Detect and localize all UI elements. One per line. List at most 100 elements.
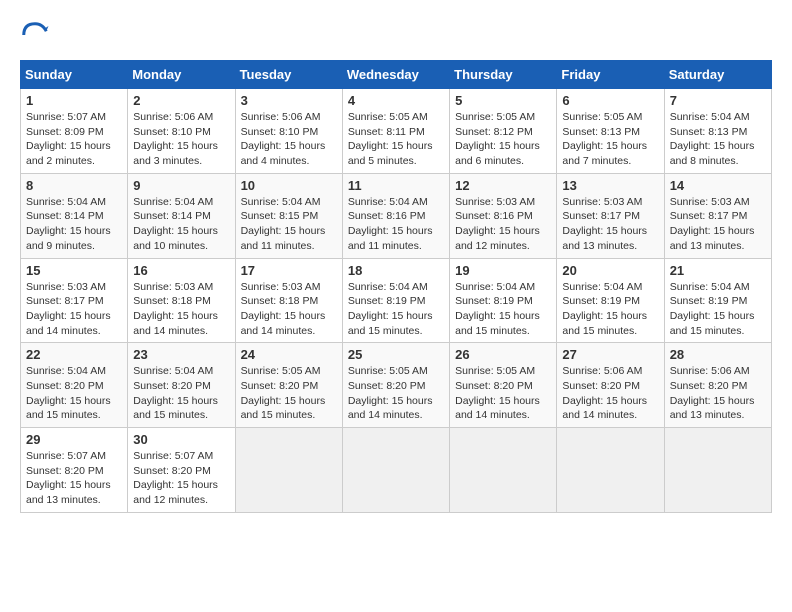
day-number: 30 bbox=[133, 432, 229, 447]
day-number: 11 bbox=[348, 178, 444, 193]
calendar-cell: 6 Sunrise: 5:05 AM Sunset: 8:13 PM Dayli… bbox=[557, 89, 664, 174]
day-info: Sunrise: 5:04 AM Sunset: 8:16 PM Dayligh… bbox=[348, 195, 444, 254]
calendar-cell: 30 Sunrise: 5:07 AM Sunset: 8:20 PM Dayl… bbox=[128, 428, 235, 513]
calendar-cell: 13 Sunrise: 5:03 AM Sunset: 8:17 PM Dayl… bbox=[557, 173, 664, 258]
day-info: Sunrise: 5:05 AM Sunset: 8:11 PM Dayligh… bbox=[348, 110, 444, 169]
day-number: 7 bbox=[670, 93, 766, 108]
header-day-thursday: Thursday bbox=[450, 61, 557, 89]
header-day-saturday: Saturday bbox=[664, 61, 771, 89]
day-info: Sunrise: 5:07 AM Sunset: 8:20 PM Dayligh… bbox=[26, 449, 122, 508]
day-number: 27 bbox=[562, 347, 658, 362]
calendar-cell: 24 Sunrise: 5:05 AM Sunset: 8:20 PM Dayl… bbox=[235, 343, 342, 428]
calendar-cell: 25 Sunrise: 5:05 AM Sunset: 8:20 PM Dayl… bbox=[342, 343, 449, 428]
day-number: 25 bbox=[348, 347, 444, 362]
calendar-cell: 7 Sunrise: 5:04 AM Sunset: 8:13 PM Dayli… bbox=[664, 89, 771, 174]
day-number: 8 bbox=[26, 178, 122, 193]
header-day-tuesday: Tuesday bbox=[235, 61, 342, 89]
calendar-cell: 11 Sunrise: 5:04 AM Sunset: 8:16 PM Dayl… bbox=[342, 173, 449, 258]
day-number: 4 bbox=[348, 93, 444, 108]
calendar-body: 1 Sunrise: 5:07 AM Sunset: 8:09 PM Dayli… bbox=[21, 89, 772, 513]
day-info: Sunrise: 5:05 AM Sunset: 8:20 PM Dayligh… bbox=[241, 364, 337, 423]
calendar-cell: 16 Sunrise: 5:03 AM Sunset: 8:18 PM Dayl… bbox=[128, 258, 235, 343]
header-day-monday: Monday bbox=[128, 61, 235, 89]
day-info: Sunrise: 5:06 AM Sunset: 8:20 PM Dayligh… bbox=[562, 364, 658, 423]
day-number: 17 bbox=[241, 263, 337, 278]
calendar-cell: 27 Sunrise: 5:06 AM Sunset: 8:20 PM Dayl… bbox=[557, 343, 664, 428]
day-number: 21 bbox=[670, 263, 766, 278]
calendar-cell: 18 Sunrise: 5:04 AM Sunset: 8:19 PM Dayl… bbox=[342, 258, 449, 343]
calendar-cell: 3 Sunrise: 5:06 AM Sunset: 8:10 PM Dayli… bbox=[235, 89, 342, 174]
day-info: Sunrise: 5:04 AM Sunset: 8:19 PM Dayligh… bbox=[348, 280, 444, 339]
logo-icon bbox=[20, 20, 50, 50]
day-info: Sunrise: 5:03 AM Sunset: 8:17 PM Dayligh… bbox=[562, 195, 658, 254]
day-info: Sunrise: 5:03 AM Sunset: 8:18 PM Dayligh… bbox=[241, 280, 337, 339]
calendar-cell: 22 Sunrise: 5:04 AM Sunset: 8:20 PM Dayl… bbox=[21, 343, 128, 428]
calendar-table: SundayMondayTuesdayWednesdayThursdayFrid… bbox=[20, 60, 772, 513]
day-info: Sunrise: 5:03 AM Sunset: 8:17 PM Dayligh… bbox=[670, 195, 766, 254]
day-info: Sunrise: 5:03 AM Sunset: 8:17 PM Dayligh… bbox=[26, 280, 122, 339]
day-number: 23 bbox=[133, 347, 229, 362]
day-number: 6 bbox=[562, 93, 658, 108]
calendar-cell bbox=[664, 428, 771, 513]
day-number: 5 bbox=[455, 93, 551, 108]
calendar-cell: 10 Sunrise: 5:04 AM Sunset: 8:15 PM Dayl… bbox=[235, 173, 342, 258]
logo bbox=[20, 20, 54, 50]
calendar-header: SundayMondayTuesdayWednesdayThursdayFrid… bbox=[21, 61, 772, 89]
week-row-5: 29 Sunrise: 5:07 AM Sunset: 8:20 PM Dayl… bbox=[21, 428, 772, 513]
day-info: Sunrise: 5:03 AM Sunset: 8:16 PM Dayligh… bbox=[455, 195, 551, 254]
day-info: Sunrise: 5:07 AM Sunset: 8:20 PM Dayligh… bbox=[133, 449, 229, 508]
day-info: Sunrise: 5:04 AM Sunset: 8:19 PM Dayligh… bbox=[670, 280, 766, 339]
day-number: 1 bbox=[26, 93, 122, 108]
day-info: Sunrise: 5:04 AM Sunset: 8:13 PM Dayligh… bbox=[670, 110, 766, 169]
day-info: Sunrise: 5:06 AM Sunset: 8:10 PM Dayligh… bbox=[133, 110, 229, 169]
day-info: Sunrise: 5:04 AM Sunset: 8:19 PM Dayligh… bbox=[562, 280, 658, 339]
day-number: 9 bbox=[133, 178, 229, 193]
day-info: Sunrise: 5:05 AM Sunset: 8:13 PM Dayligh… bbox=[562, 110, 658, 169]
calendar-cell: 23 Sunrise: 5:04 AM Sunset: 8:20 PM Dayl… bbox=[128, 343, 235, 428]
calendar-cell: 19 Sunrise: 5:04 AM Sunset: 8:19 PM Dayl… bbox=[450, 258, 557, 343]
day-info: Sunrise: 5:03 AM Sunset: 8:18 PM Dayligh… bbox=[133, 280, 229, 339]
calendar-cell: 2 Sunrise: 5:06 AM Sunset: 8:10 PM Dayli… bbox=[128, 89, 235, 174]
day-number: 24 bbox=[241, 347, 337, 362]
day-info: Sunrise: 5:04 AM Sunset: 8:15 PM Dayligh… bbox=[241, 195, 337, 254]
day-info: Sunrise: 5:04 AM Sunset: 8:14 PM Dayligh… bbox=[26, 195, 122, 254]
calendar-cell: 15 Sunrise: 5:03 AM Sunset: 8:17 PM Dayl… bbox=[21, 258, 128, 343]
day-number: 13 bbox=[562, 178, 658, 193]
day-info: Sunrise: 5:06 AM Sunset: 8:10 PM Dayligh… bbox=[241, 110, 337, 169]
header-day-friday: Friday bbox=[557, 61, 664, 89]
day-number: 16 bbox=[133, 263, 229, 278]
calendar-cell bbox=[450, 428, 557, 513]
calendar-cell: 21 Sunrise: 5:04 AM Sunset: 8:19 PM Dayl… bbox=[664, 258, 771, 343]
day-number: 20 bbox=[562, 263, 658, 278]
day-number: 2 bbox=[133, 93, 229, 108]
day-number: 3 bbox=[241, 93, 337, 108]
day-info: Sunrise: 5:04 AM Sunset: 8:20 PM Dayligh… bbox=[133, 364, 229, 423]
day-info: Sunrise: 5:04 AM Sunset: 8:14 PM Dayligh… bbox=[133, 195, 229, 254]
day-number: 26 bbox=[455, 347, 551, 362]
day-number: 18 bbox=[348, 263, 444, 278]
calendar-cell bbox=[342, 428, 449, 513]
calendar-cell: 5 Sunrise: 5:05 AM Sunset: 8:12 PM Dayli… bbox=[450, 89, 557, 174]
calendar-cell: 17 Sunrise: 5:03 AM Sunset: 8:18 PM Dayl… bbox=[235, 258, 342, 343]
day-number: 29 bbox=[26, 432, 122, 447]
day-info: Sunrise: 5:06 AM Sunset: 8:20 PM Dayligh… bbox=[670, 364, 766, 423]
day-info: Sunrise: 5:04 AM Sunset: 8:20 PM Dayligh… bbox=[26, 364, 122, 423]
calendar-cell: 4 Sunrise: 5:05 AM Sunset: 8:11 PM Dayli… bbox=[342, 89, 449, 174]
header-row: SundayMondayTuesdayWednesdayThursdayFrid… bbox=[21, 61, 772, 89]
header-day-wednesday: Wednesday bbox=[342, 61, 449, 89]
calendar-cell: 26 Sunrise: 5:05 AM Sunset: 8:20 PM Dayl… bbox=[450, 343, 557, 428]
day-info: Sunrise: 5:05 AM Sunset: 8:12 PM Dayligh… bbox=[455, 110, 551, 169]
calendar-cell: 12 Sunrise: 5:03 AM Sunset: 8:16 PM Dayl… bbox=[450, 173, 557, 258]
day-info: Sunrise: 5:05 AM Sunset: 8:20 PM Dayligh… bbox=[348, 364, 444, 423]
calendar-cell: 14 Sunrise: 5:03 AM Sunset: 8:17 PM Dayl… bbox=[664, 173, 771, 258]
header-day-sunday: Sunday bbox=[21, 61, 128, 89]
day-number: 10 bbox=[241, 178, 337, 193]
day-info: Sunrise: 5:04 AM Sunset: 8:19 PM Dayligh… bbox=[455, 280, 551, 339]
day-info: Sunrise: 5:07 AM Sunset: 8:09 PM Dayligh… bbox=[26, 110, 122, 169]
week-row-4: 22 Sunrise: 5:04 AM Sunset: 8:20 PM Dayl… bbox=[21, 343, 772, 428]
calendar-cell: 8 Sunrise: 5:04 AM Sunset: 8:14 PM Dayli… bbox=[21, 173, 128, 258]
day-number: 14 bbox=[670, 178, 766, 193]
day-number: 12 bbox=[455, 178, 551, 193]
calendar-cell: 1 Sunrise: 5:07 AM Sunset: 8:09 PM Dayli… bbox=[21, 89, 128, 174]
calendar-cell: 20 Sunrise: 5:04 AM Sunset: 8:19 PM Dayl… bbox=[557, 258, 664, 343]
